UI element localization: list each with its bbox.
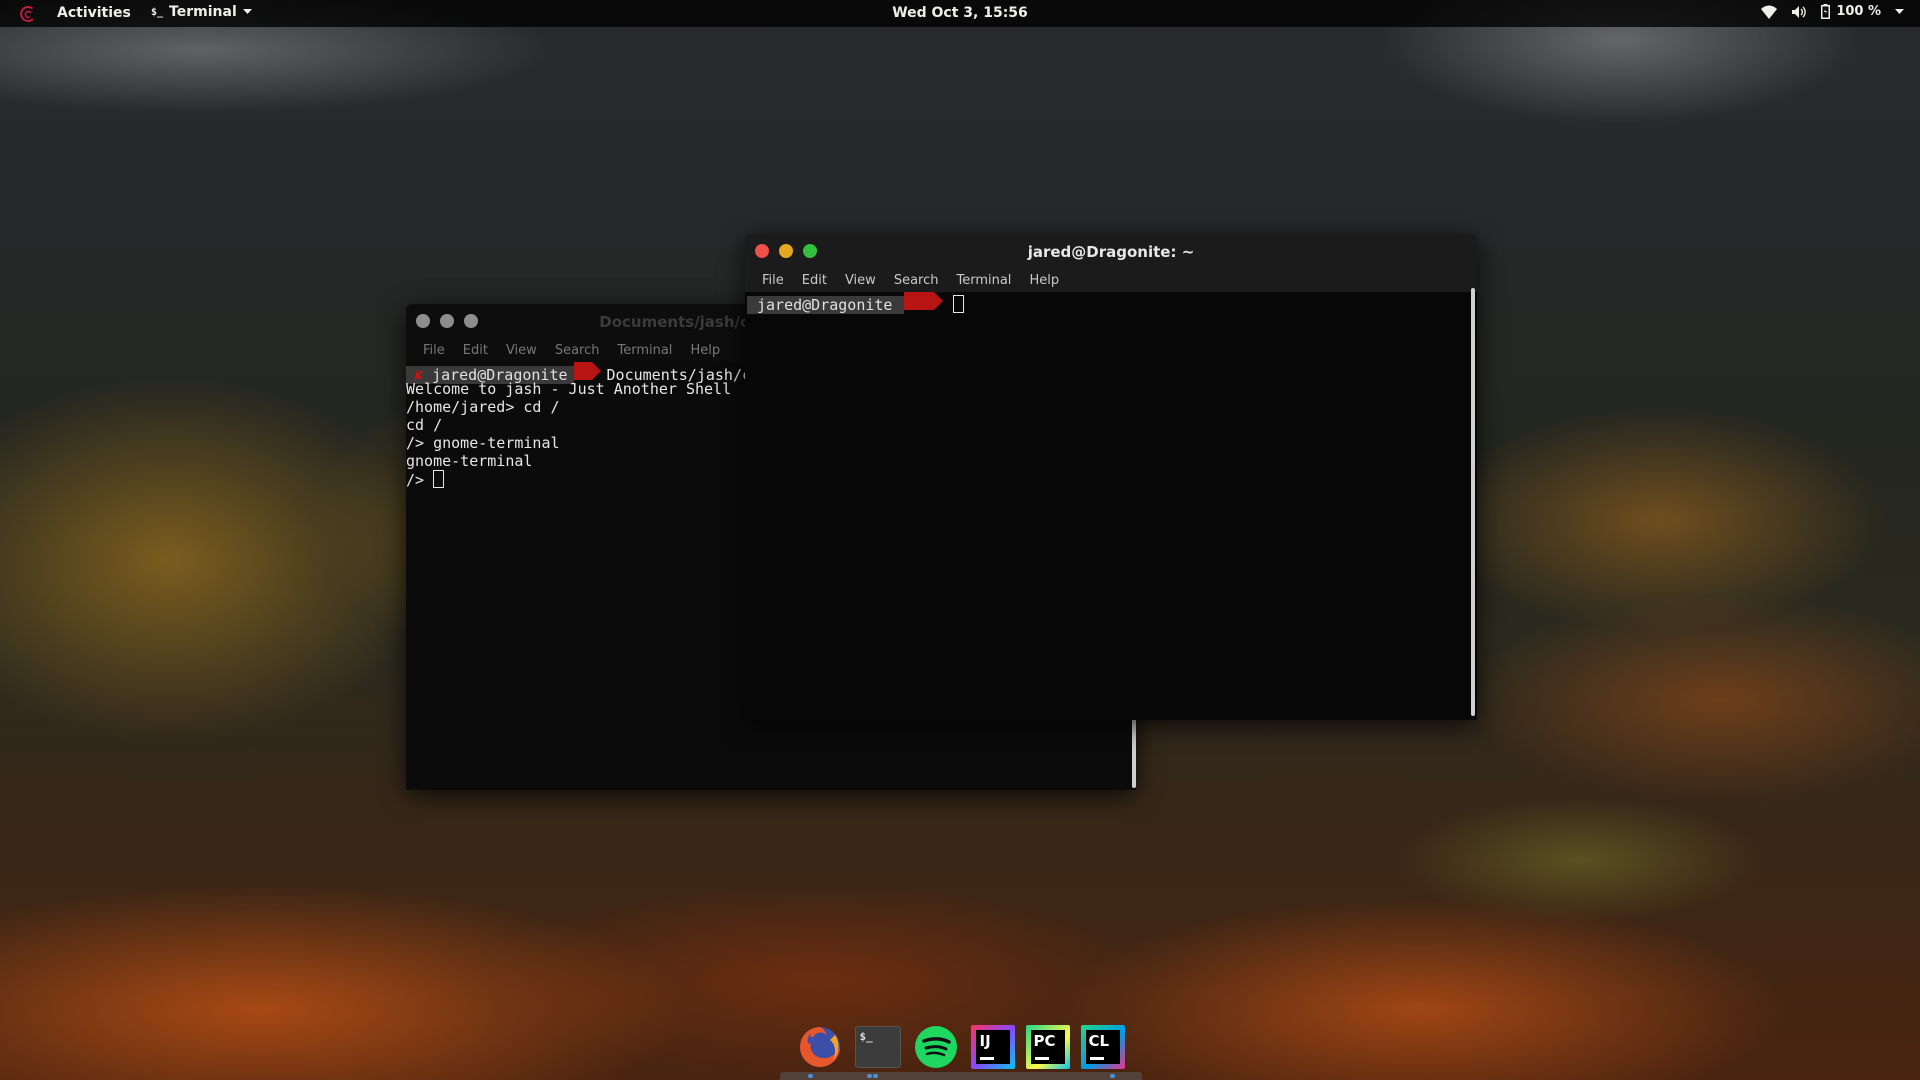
intellij-label: IJ (979, 1031, 991, 1050)
dash-to-dock: $_ IJ PC CL (778, 1013, 1142, 1080)
prompt-user-host: jared@Dragonite (747, 296, 905, 314)
pycharm-icon: PC (1030, 1029, 1065, 1064)
menu-file[interactable]: File (753, 273, 793, 288)
chevron-down-icon (242, 9, 252, 14)
dock-app-intellij[interactable]: IJ (970, 1024, 1015, 1069)
scrollbar[interactable] (1471, 288, 1475, 716)
clion-label: CL (1088, 1031, 1110, 1050)
text-cursor (433, 470, 445, 488)
dock-app-terminal[interactable]: $_ (854, 1025, 901, 1068)
top-bar: Activities $_ Terminal Wed Oct 3, 15:56 … (0, 0, 1920, 27)
volume-icon (1792, 5, 1807, 18)
debian-logo-icon[interactable] (18, 4, 38, 24)
prompt-red-segment (573, 362, 592, 380)
terminal-app-icon: $_ (151, 6, 164, 18)
system-status-menu[interactable]: 100 % (1761, 4, 1904, 19)
menu-terminal[interactable]: Terminal (947, 273, 1020, 288)
powerline-arrow (934, 292, 944, 310)
text-cursor (952, 295, 964, 313)
dock-background (780, 1072, 1142, 1080)
battery-percentage: 100 % (1836, 4, 1881, 19)
running-indicator (867, 1074, 872, 1078)
activities-button[interactable]: Activities (57, 5, 131, 21)
dock-app-clion[interactable]: CL (1080, 1024, 1125, 1069)
chevron-down-icon (1895, 8, 1904, 14)
prompt-red-segment (904, 292, 935, 310)
menu-help[interactable]: Help (681, 343, 729, 358)
dock-app-pycharm[interactable]: PC (1025, 1024, 1070, 1069)
wifi-icon (1761, 5, 1778, 19)
powerline-arrow (591, 362, 601, 380)
app-menu-label: Terminal (169, 4, 237, 20)
pycharm-label: PC (1033, 1031, 1056, 1050)
app-menu-terminal[interactable]: $_ Terminal (151, 4, 252, 20)
spotify-icon (914, 1025, 957, 1068)
terminal-window-home[interactable]: jared@Dragonite: ~ File Edit View Search… (745, 234, 1477, 720)
terminal-icon: $_ (859, 1029, 873, 1043)
battery-icon (1821, 4, 1831, 19)
menu-help[interactable]: Help (1020, 273, 1068, 288)
shell-prompt: /> (406, 471, 434, 489)
menu-terminal[interactable]: Terminal (608, 343, 681, 358)
menu-view[interactable]: View (497, 343, 546, 358)
firefox-icon (799, 1026, 840, 1067)
window-titlebar[interactable]: jared@Dragonite: ~ (745, 234, 1477, 268)
running-indicator (873, 1074, 878, 1078)
clock-text[interactable]: Wed Oct 3, 15:56 (892, 5, 1028, 21)
window-title: jared@Dragonite: ~ (1027, 243, 1195, 261)
menu-edit[interactable]: Edit (454, 343, 497, 358)
menu-bar: File Edit View Search Terminal Help (745, 268, 1477, 292)
intellij-icon: IJ (975, 1029, 1010, 1064)
menu-search[interactable]: Search (546, 343, 609, 358)
running-indicator (1110, 1074, 1115, 1078)
clock: Wed Oct 3, 15:56 (0, 5, 1920, 21)
dock-app-firefox[interactable] (796, 1023, 844, 1071)
menu-search[interactable]: Search (885, 273, 948, 288)
running-indicator (808, 1074, 813, 1078)
dock-app-spotify[interactable] (912, 1023, 960, 1071)
terminal-output[interactable]: jared@Dragonite (745, 292, 1477, 720)
clion-icon: CL (1085, 1029, 1120, 1064)
menu-view[interactable]: View (836, 273, 885, 288)
menu-file[interactable]: File (414, 343, 454, 358)
menu-edit[interactable]: Edit (793, 273, 836, 288)
powerline-prompt[interactable]: jared@Dragonite (747, 292, 1477, 314)
